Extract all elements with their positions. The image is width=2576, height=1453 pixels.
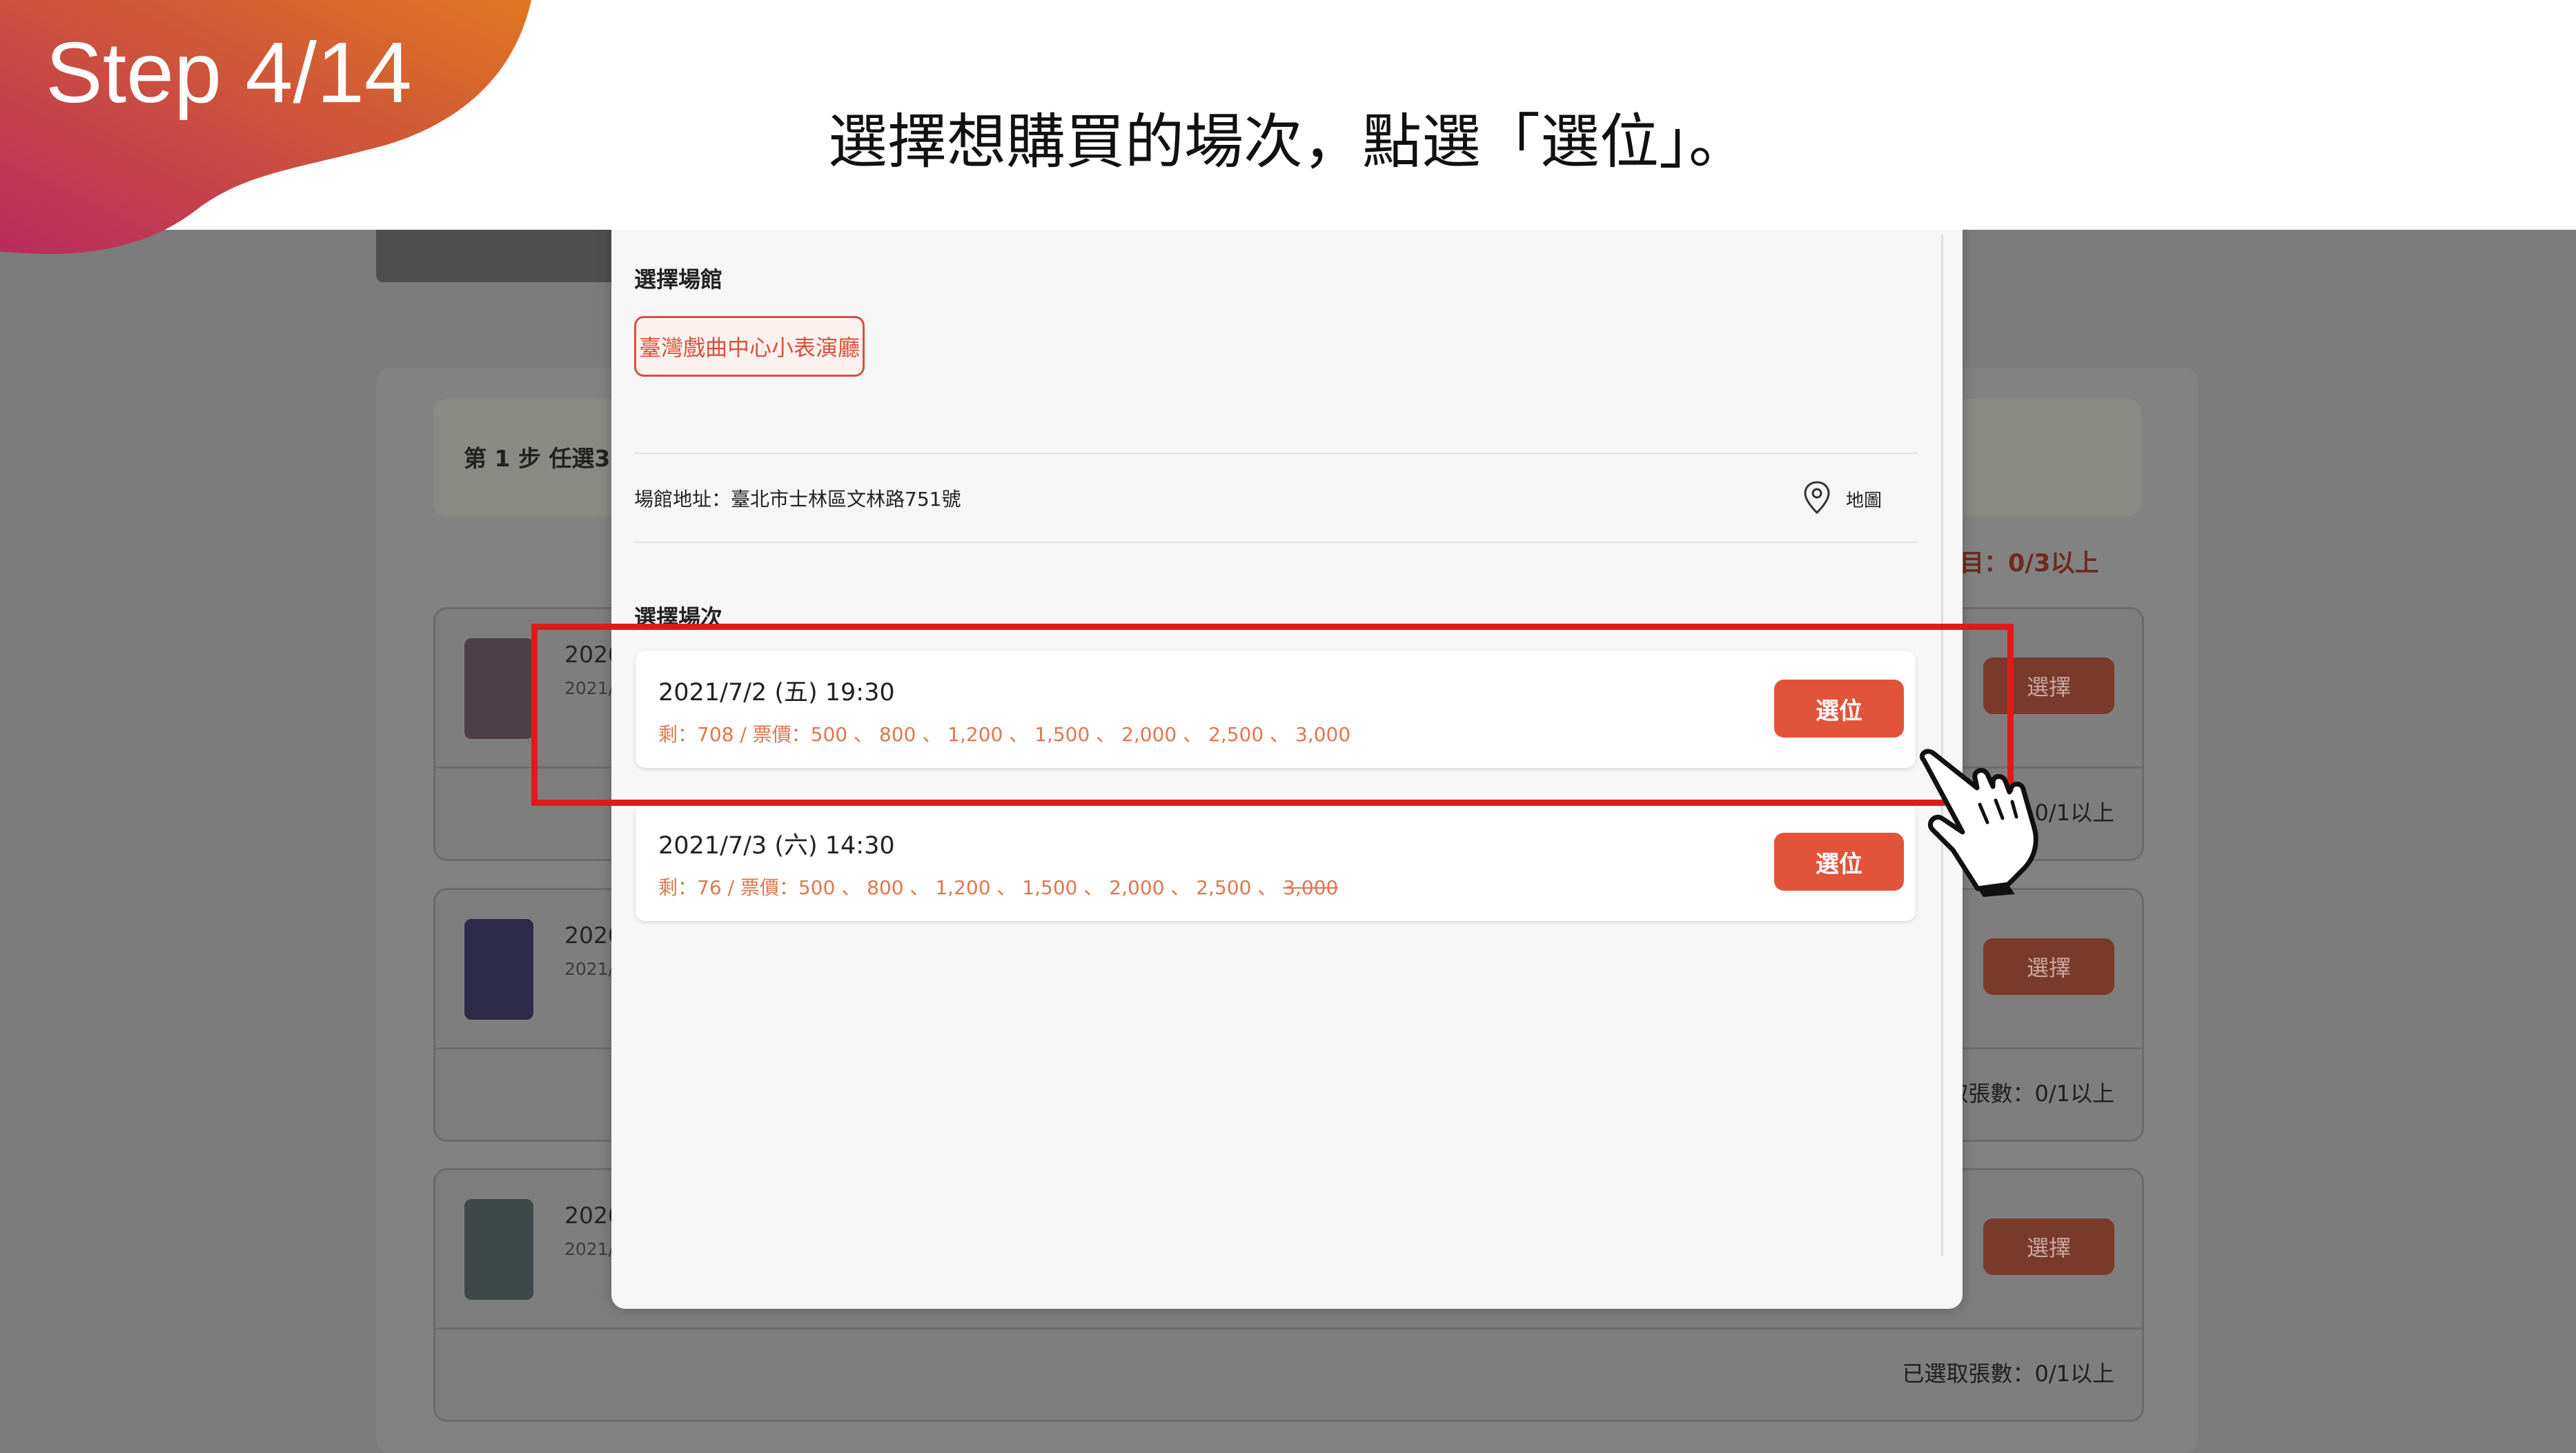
map-pin-icon[interactable] xyxy=(1800,480,1834,517)
separator xyxy=(634,542,1918,543)
session-price-list: 剩：76 / 票價：500 、 800 、 1,200 、 1,500 、 2,… xyxy=(658,876,1284,899)
choose-button[interactable]: 選擇 xyxy=(1983,1218,2114,1275)
map-link[interactable]: 地圖 xyxy=(1846,486,1882,512)
program-thumbnail xyxy=(464,638,533,739)
pointing-hand-icon xyxy=(1919,749,2038,897)
session-datetime: 2021/7/3 (六) 14:30 xyxy=(658,832,895,860)
step-bar-text: 第 1 步 任選3 xyxy=(464,445,611,472)
highlight-box xyxy=(531,624,2014,806)
program-subdate: 2021/ xyxy=(564,959,615,979)
venue-chip[interactable]: 臺灣戲曲中心小表演廳 xyxy=(634,316,865,377)
program-subdate: 2021/ xyxy=(564,1239,615,1259)
session-price-last-soldout: 3,000 xyxy=(1283,876,1339,899)
card-divider xyxy=(435,1327,2142,1330)
program-thumbnail xyxy=(464,1199,533,1300)
step-label: Step 4/14 xyxy=(46,26,412,121)
venue-address: 場館地址：臺北市士林區文林路751號 xyxy=(634,488,961,511)
venue-section-label: 選擇場館 xyxy=(634,266,723,293)
selected-tickets-count: 取張數：0/1以上 xyxy=(1946,1080,2114,1107)
selected-tickets-count: 已選取張數：0/1以上 xyxy=(1902,1361,2114,1387)
selected-count-summary: 目：0/3以上 xyxy=(1960,550,2099,577)
session-price: 剩：76 / 票價：500 、 800 、 1,200 、 1,500 、 2,… xyxy=(658,873,1338,900)
session-row: 2021/7/3 (六) 14:30 剩：76 / 票價：500 、 800 、… xyxy=(636,804,1916,921)
select-seat-button[interactable]: 選位 xyxy=(1774,833,1904,891)
choose-button[interactable]: 選擇 xyxy=(1983,938,2114,995)
separator xyxy=(634,453,1918,454)
program-thumbnail xyxy=(464,919,533,1020)
